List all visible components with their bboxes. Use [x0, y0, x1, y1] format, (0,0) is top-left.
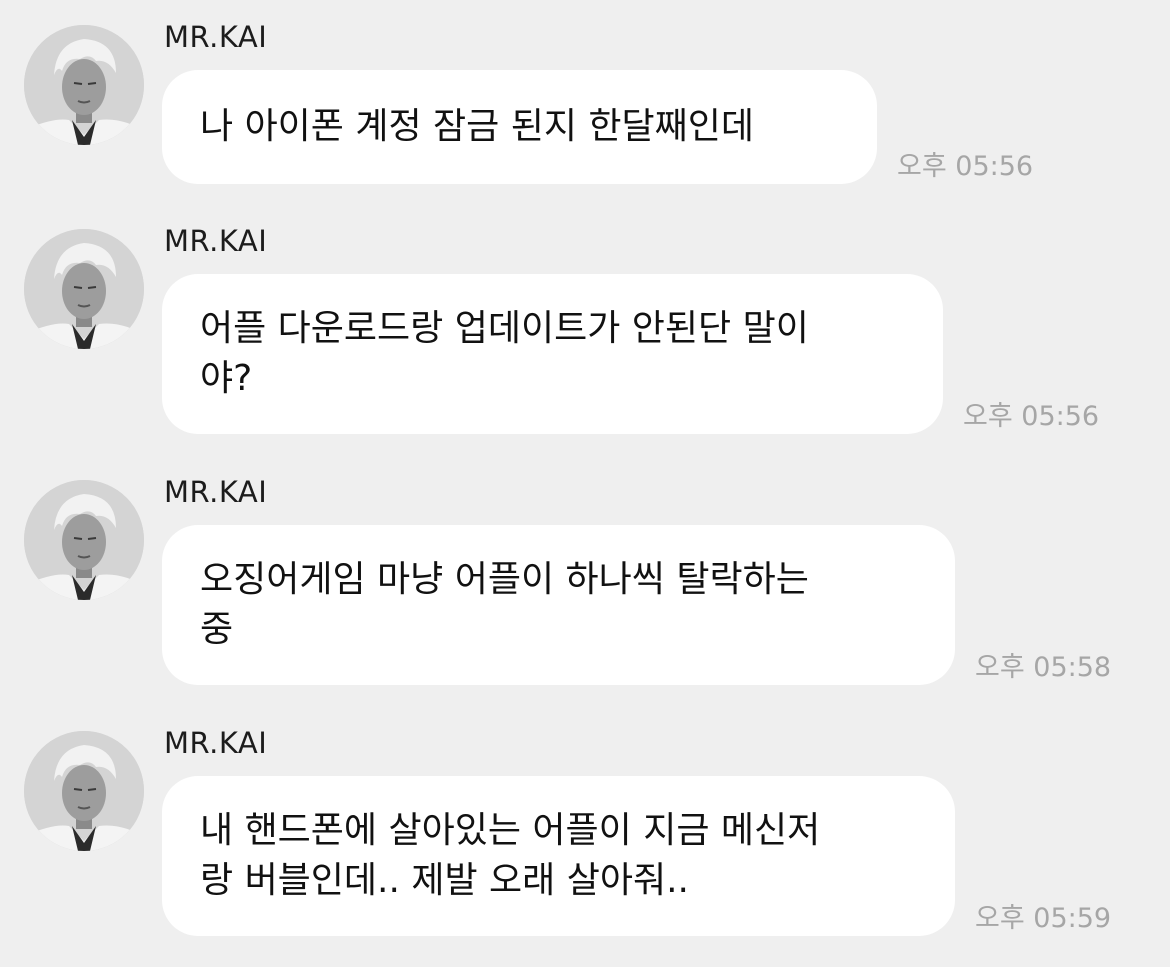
profile-photo — [24, 229, 144, 349]
avatar[interactable] — [24, 25, 144, 145]
sender-name: MR.KAI — [164, 726, 268, 760]
sender-name: MR.KAI — [164, 20, 268, 54]
message-text-line: 야? — [200, 358, 253, 399]
message-timestamp: 오후 05:56 — [897, 151, 1034, 182]
message-bubble[interactable]: 나 아이폰 계정 잠금 된지 한달째인데 — [162, 70, 877, 184]
message-timestamp: 오후 05:58 — [975, 652, 1112, 683]
message-text-line: 내 핸드폰에 살아있는 어플이 지금 메신저 — [200, 810, 821, 851]
profile-photo — [24, 25, 144, 145]
sender-name: MR.KAI — [164, 224, 268, 258]
avatar[interactable] — [24, 480, 144, 600]
message-timestamp: 오후 05:56 — [963, 401, 1100, 432]
message-timestamp: 오후 05:59 — [975, 903, 1112, 934]
message-bubble[interactable]: 어플 다운로드랑 업데이트가 안된단 말이 야? — [162, 274, 943, 434]
message-text-line: 중 — [200, 609, 234, 650]
profile-photo — [24, 480, 144, 600]
message-text-line: 랑 버블인데.. 제발 오래 살아줘.. — [200, 860, 689, 901]
message-text-line: 어플 다운로드랑 업데이트가 안된단 말이 — [200, 308, 809, 349]
sender-name: MR.KAI — [164, 475, 268, 509]
profile-photo — [24, 731, 144, 851]
message-text-line: 나 아이폰 계정 잠금 된지 한달째인데 — [200, 106, 755, 147]
avatar[interactable] — [24, 731, 144, 851]
message-bubble[interactable]: 내 핸드폰에 살아있는 어플이 지금 메신저 랑 버블인데.. 제발 오래 살아… — [162, 776, 955, 936]
avatar[interactable] — [24, 229, 144, 349]
message-text-line: 오징어게임 마냥 어플이 하나씩 탈락하는 — [200, 559, 809, 600]
message-bubble[interactable]: 오징어게임 마냥 어플이 하나씩 탈락하는 중 — [162, 525, 955, 685]
